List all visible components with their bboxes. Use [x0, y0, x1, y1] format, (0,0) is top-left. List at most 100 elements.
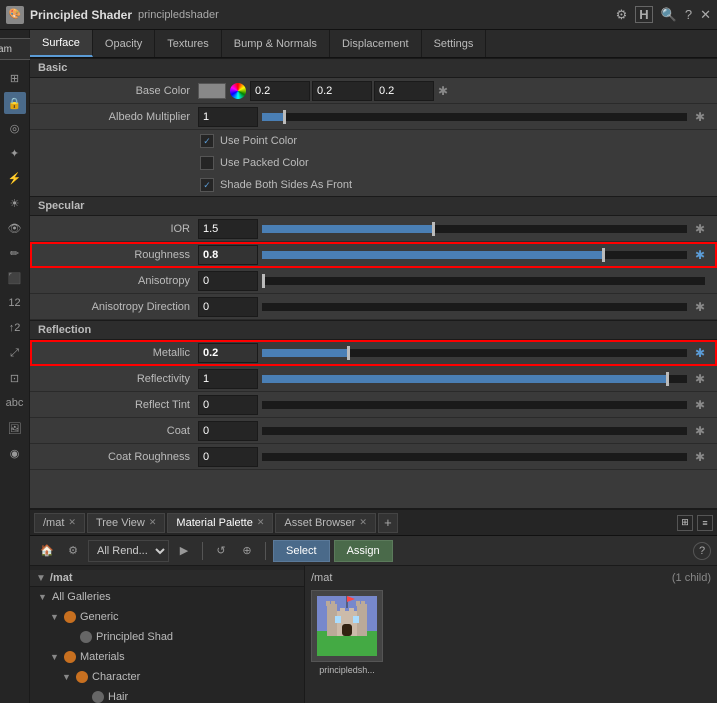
- tab-tree-view[interactable]: Tree View ✕: [87, 513, 165, 533]
- reflectivity-gear[interactable]: ✱: [691, 370, 709, 388]
- reflect-tint-value[interactable]: 0: [198, 395, 258, 415]
- ior-gear[interactable]: ✱: [691, 220, 709, 238]
- tab-material-palette-close[interactable]: ✕: [257, 517, 265, 528]
- settings-icon[interactable]: ⚙: [616, 7, 628, 23]
- metallic-value[interactable]: 0.2: [198, 343, 258, 363]
- assign-button[interactable]: Assign: [334, 540, 393, 562]
- tree-hair[interactable]: Hair: [30, 687, 304, 703]
- base-color-swatch[interactable]: [198, 83, 226, 99]
- albedo-slider[interactable]: [262, 113, 687, 121]
- base-color-g[interactable]: 0.2: [312, 81, 372, 101]
- reflect-tint-slider[interactable]: [262, 401, 687, 409]
- tool-icon-3[interactable]: ◎: [4, 117, 26, 139]
- reflectivity-value[interactable]: 1: [198, 369, 258, 389]
- albedo-value[interactable]: 1: [198, 107, 258, 127]
- help-h-icon[interactable]: H: [635, 6, 652, 23]
- panel-settings-icon[interactable]: ≡: [697, 515, 713, 531]
- select-button[interactable]: Select: [273, 540, 330, 562]
- base-color-gear[interactable]: ✱: [434, 82, 452, 100]
- tool-icon-5[interactable]: ⚡: [4, 167, 26, 189]
- coat-roughness-value[interactable]: 0: [198, 447, 258, 467]
- ior-value[interactable]: 1.5: [198, 219, 258, 239]
- tool-icon-14[interactable]: abc: [4, 392, 26, 414]
- tab-displacement[interactable]: Displacement: [330, 30, 422, 57]
- coat-roughness-gear[interactable]: ✱: [691, 448, 709, 466]
- info-icon[interactable]: ?: [685, 7, 692, 22]
- color-wheel-icon[interactable]: [230, 83, 246, 99]
- use-packed-color-checkbox[interactable]: [200, 156, 214, 170]
- roughness-gear[interactable]: ✱: [691, 246, 709, 264]
- tool-icon-2[interactable]: 🔒: [4, 92, 26, 114]
- tree-all-galleries[interactable]: ▼ All Galleries: [30, 587, 304, 607]
- anisotropy-dir-slider[interactable]: [262, 303, 687, 311]
- tree-character[interactable]: ▼ Character: [30, 667, 304, 687]
- reflectivity-slider[interactable]: [262, 375, 687, 383]
- search-icon[interactable]: 🔍: [661, 7, 677, 23]
- tab-material-palette[interactable]: Material Palette ✕: [167, 513, 273, 533]
- sync-icon[interactable]: ↺: [210, 540, 232, 562]
- anisotropy-handle: [262, 274, 265, 288]
- roughness-slider[interactable]: [262, 251, 687, 259]
- base-color-r[interactable]: 0.2: [250, 81, 310, 101]
- tab-asset-browser[interactable]: Asset Browser ✕: [275, 513, 375, 533]
- anisotropy-slider[interactable]: [262, 277, 705, 285]
- tool-icon-8[interactable]: ✏: [4, 242, 26, 264]
- tool-icon-6[interactable]: ☀: [4, 192, 26, 214]
- tab-settings[interactable]: Settings: [422, 30, 487, 57]
- coat-roughness-slider[interactable]: [262, 453, 687, 461]
- anisotropy-dir-gear[interactable]: ✱: [691, 298, 709, 316]
- coat-slider[interactable]: [262, 427, 687, 435]
- material-settings-icon[interactable]: ⚙: [62, 540, 84, 562]
- material-home-icon[interactable]: 🏠: [36, 540, 58, 562]
- prop-roughness: Roughness 0.8 ✱: [30, 242, 717, 268]
- tree-materials[interactable]: ▼ Materials: [30, 647, 304, 667]
- tab-mat-close[interactable]: ✕: [68, 517, 76, 528]
- metallic-gear[interactable]: ✱: [691, 344, 709, 362]
- tool-icon-16[interactable]: ◉: [4, 442, 26, 464]
- tool-icon-13[interactable]: ⊡: [4, 367, 26, 389]
- roughness-value[interactable]: 0.8: [198, 245, 258, 265]
- close-icon[interactable]: ✕: [700, 7, 711, 23]
- metallic-slider[interactable]: [262, 349, 687, 357]
- base-color-b[interactable]: 0.2: [374, 81, 434, 101]
- tool-icon-11[interactable]: ↑2: [4, 317, 26, 339]
- tree-root-label[interactable]: /mat: [50, 572, 73, 584]
- reflect-tint-gear[interactable]: ✱: [691, 396, 709, 414]
- tool-icon-15[interactable]: 🖼: [4, 417, 26, 439]
- tool-icon-10[interactable]: 12: [4, 292, 26, 314]
- tab-tree-close[interactable]: ✕: [149, 517, 157, 528]
- character-icon: [76, 671, 88, 683]
- tool-icon-12[interactable]: ⤢: [4, 342, 26, 364]
- coat-gear[interactable]: ✱: [691, 422, 709, 440]
- section-reflection-header: Reflection: [30, 320, 717, 340]
- anisotropy-value[interactable]: 0: [198, 271, 258, 291]
- anisotropy-dir-value[interactable]: 0: [198, 297, 258, 317]
- tool-icon-7[interactable]: 👁: [4, 217, 26, 239]
- tab-mat[interactable]: /mat ✕: [34, 513, 85, 533]
- tab-opacity[interactable]: Opacity: [93, 30, 155, 57]
- coat-roughness-label: Coat Roughness: [38, 451, 198, 463]
- tab-add-button[interactable]: +: [378, 513, 398, 533]
- tool-icon-4[interactable]: ✦: [4, 142, 26, 164]
- material-add-icon[interactable]: ⊕: [236, 540, 258, 562]
- panel-options-icon[interactable]: ⊞: [677, 515, 693, 531]
- use-point-color-checkbox[interactable]: ✓: [200, 134, 214, 148]
- tab-textures[interactable]: Textures: [155, 30, 222, 57]
- shade-both-sides-checkbox[interactable]: ✓: [200, 178, 214, 192]
- tree-generic[interactable]: ▼ Generic: [30, 607, 304, 627]
- tool-icon-1[interactable]: ⊞: [4, 67, 26, 89]
- bottom-help-icon[interactable]: ?: [693, 542, 711, 560]
- ior-slider[interactable]: [262, 225, 687, 233]
- coat-value[interactable]: 0: [198, 421, 258, 441]
- tree-principled-shad[interactable]: Principled Shad: [30, 627, 304, 647]
- material-thumb-principledsh[interactable]: principledsh...: [311, 590, 383, 675]
- tool-icon-9[interactable]: ⬛: [4, 267, 26, 289]
- albedo-gear[interactable]: ✱: [691, 108, 709, 126]
- reflectivity-fill: [262, 375, 666, 383]
- filter-icon[interactable]: ▶: [173, 540, 195, 562]
- renderer-select[interactable]: All Rend...: [88, 540, 169, 562]
- tab-asset-browser-close[interactable]: ✕: [359, 517, 367, 528]
- tab-bump-normals[interactable]: Bump & Normals: [222, 30, 330, 57]
- prop-ior: IOR 1.5 ✱: [30, 216, 717, 242]
- tab-surface[interactable]: Surface: [30, 30, 93, 57]
